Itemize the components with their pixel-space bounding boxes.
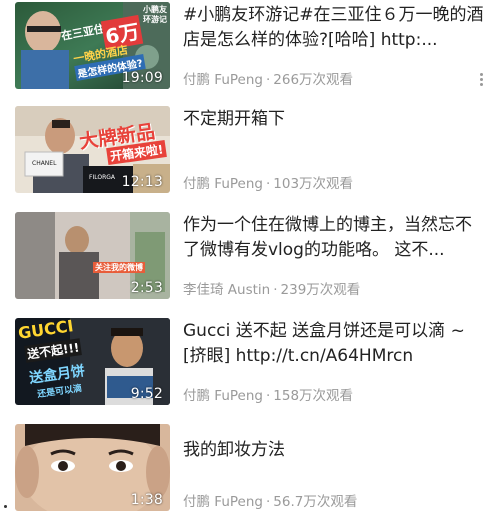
video-duration: 19:09 bbox=[121, 70, 163, 86]
video-item[interactable]: 关注我的微博 2:53 作为一个住在微博上的博主，当然忘不了微博有发vlog的功… bbox=[0, 212, 499, 312]
video-duration: 1:38 bbox=[130, 492, 163, 508]
meta-separator: · bbox=[265, 176, 271, 192]
video-title[interactable]: Gucci 送不起 送盒月饼还是可以滴 ~[挤眼] http://t.cn/A6… bbox=[183, 319, 488, 369]
author-name[interactable]: 李佳琦 Austin bbox=[183, 282, 270, 298]
meta-separator: · bbox=[265, 388, 271, 404]
more-dots-icon[interactable] bbox=[477, 72, 487, 88]
video-meta: 付鹏 FuPeng · 56.7万次观看 bbox=[183, 490, 357, 510]
video-meta: 付鹏 FuPeng · 158万次观看 bbox=[183, 384, 353, 404]
thumbnail-caption: CHANEL bbox=[32, 160, 57, 167]
video-thumbnail[interactable]: GUCCI 送不起!!! 送盒月饼 还是可以滴 9:52 bbox=[15, 318, 170, 405]
video-item[interactable]: GUCCI 送不起!!! 送盒月饼 还是可以滴 9:52 Gucci 送不起 送… bbox=[0, 318, 499, 418]
author-name[interactable]: 付鹏 FuPeng bbox=[183, 388, 263, 404]
video-meta: 付鹏 FuPeng · 103万次观看 bbox=[183, 172, 353, 192]
view-count: 266万次观看 bbox=[273, 72, 354, 88]
video-meta: 付鹏 FuPeng · 266万次观看 bbox=[183, 68, 353, 88]
meta-separator: · bbox=[273, 282, 278, 298]
video-title[interactable]: #小鹏友环游记#在三亚住６万一晚的酒店是怎么样的体验?[哈哈] http:... bbox=[183, 3, 488, 53]
view-count: 158万次观看 bbox=[273, 388, 354, 404]
view-count: 103万次观看 bbox=[273, 176, 354, 192]
author-name[interactable]: 付鹏 FuPeng bbox=[183, 72, 263, 88]
video-feed: 在三亚住 6万 一晚的酒店 是怎样的体验? 小鹏友 环游记 19:09 #小鹏友… bbox=[0, 0, 499, 518]
meta-separator: · bbox=[265, 72, 271, 88]
video-thumbnail[interactable]: 1:38 bbox=[15, 424, 170, 511]
author-name[interactable]: 付鹏 FuPeng bbox=[183, 176, 263, 192]
view-count: 56.7万次观看 bbox=[273, 494, 358, 510]
video-thumbnail[interactable]: 在三亚住 6万 一晚的酒店 是怎样的体验? 小鹏友 环游记 19:09 bbox=[15, 2, 170, 89]
thumbnail-caption: 环游记 bbox=[143, 15, 167, 24]
video-item[interactable]: 大牌新品 开箱来啦! FILORGA CHANEL 12:13 不定期开箱下 付… bbox=[0, 106, 499, 206]
view-count: 239万次观看 bbox=[280, 282, 361, 298]
video-title[interactable]: 不定期开箱下 bbox=[183, 107, 488, 132]
video-meta: 李佳琦 Austin · 239万次观看 bbox=[183, 278, 360, 298]
thumbnail-caption: FILORGA bbox=[89, 174, 115, 181]
video-duration: 12:13 bbox=[121, 174, 163, 190]
video-item[interactable]: 在三亚住 6万 一晚的酒店 是怎样的体验? 小鹏友 环游记 19:09 #小鹏友… bbox=[0, 2, 499, 102]
meta-separator: · bbox=[265, 494, 271, 510]
video-thumbnail[interactable]: 关注我的微博 2:53 bbox=[15, 212, 170, 299]
author-name[interactable]: 付鹏 FuPeng bbox=[183, 494, 263, 510]
video-item[interactable]: 1:38 我的卸妆方法 付鹏 FuPeng · 56.7万次观看 bbox=[0, 424, 499, 524]
video-duration: 9:52 bbox=[130, 386, 163, 402]
thumbnail-caption: 关注我的微博 bbox=[93, 262, 145, 273]
video-title[interactable]: 作为一个住在微博上的博主，当然忘不了微博有发vlog的功能咯。 这不... bbox=[183, 213, 488, 263]
video-thumbnail[interactable]: 大牌新品 开箱来啦! FILORGA CHANEL 12:13 bbox=[15, 106, 170, 193]
video-title[interactable]: 我的卸妆方法 bbox=[183, 438, 488, 463]
video-duration: 2:53 bbox=[130, 280, 163, 296]
bullet-dot bbox=[4, 505, 7, 508]
